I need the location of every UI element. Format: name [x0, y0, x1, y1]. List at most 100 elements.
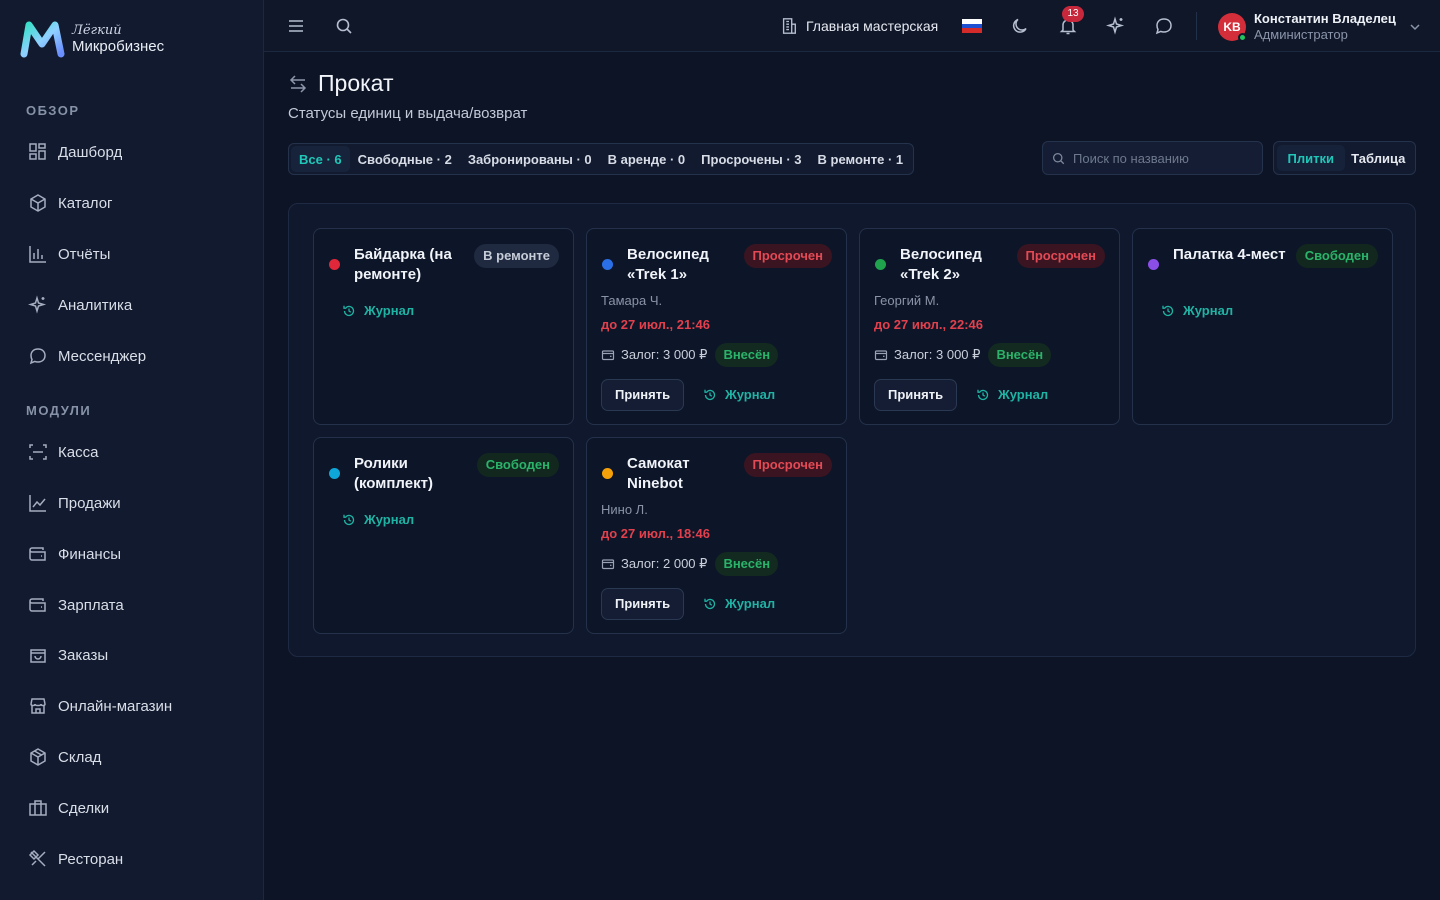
chevron-down-icon — [1410, 24, 1420, 30]
language-flag-ru[interactable] — [962, 19, 982, 33]
due-date: до 27 июл., 18:46 — [601, 526, 710, 541]
card-title: Байдарка (на ремонте) — [354, 246, 452, 283]
filter-free[interactable]: Свободные · 2 — [350, 146, 460, 172]
deposit-amount: Залог: 3 000 ₽ — [621, 347, 708, 362]
journal-link[interactable]: Журнал — [1161, 303, 1233, 318]
deposit-amount: Залог: 3 000 ₽ — [894, 347, 981, 362]
sidebar-item-label: Склад — [58, 748, 102, 766]
sidebar-item-catalog[interactable]: Каталог — [28, 192, 113, 214]
accept-button[interactable]: Принять — [601, 379, 685, 411]
page-title: Прокат — [288, 70, 394, 97]
journal-link[interactable]: Журнал — [342, 512, 414, 527]
sidebar-item-messenger[interactable]: Мессенджер — [28, 345, 146, 367]
sidebar-item-label: Сделки — [58, 799, 110, 817]
workshop-selector[interactable]: Главная мастерская — [780, 17, 938, 35]
sidebar-item-label: Касса — [58, 443, 99, 461]
sidebar-item-salary[interactable]: Зарплата — [28, 594, 124, 616]
accept-button[interactable]: Принять — [874, 379, 958, 411]
swap-arrows-icon — [289, 74, 307, 93]
sidebar-item-orders[interactable]: Заказы — [28, 644, 108, 666]
status-badge: Просрочен — [743, 453, 832, 477]
sidebar-item-reports[interactable]: Отчёты — [28, 243, 110, 265]
dashboard-icon — [29, 143, 46, 160]
sidebar-item-analytics[interactable]: Аналитика — [28, 294, 132, 316]
filter-overdue[interactable]: Просрочены · 3 — [693, 146, 809, 172]
search-input[interactable] — [1073, 150, 1243, 166]
card-title: Палатка 4-мест — [1173, 246, 1286, 263]
sidebar-item-dashboard[interactable]: Дашборд — [28, 141, 122, 163]
wallet-icon — [874, 350, 888, 361]
deposit-status-badge: Внесён — [715, 552, 779, 576]
wallet-icon — [601, 350, 615, 361]
filter-repair[interactable]: В ремонте · 1 — [810, 146, 912, 172]
view-tiles-button[interactable]: Плитки — [1277, 145, 1345, 171]
logo-m-icon — [20, 21, 65, 58]
sidebar-item-restaurant[interactable]: Ресторан — [28, 848, 123, 870]
status-badge: В ремонте — [474, 244, 559, 268]
filter-booked[interactable]: Забронированы · 0 — [460, 146, 600, 172]
sidebar-item-online-store[interactable]: Онлайн-магазин — [28, 695, 172, 717]
status-dot — [1148, 259, 1159, 270]
sidebar-item-label: Ресторан — [58, 850, 124, 868]
sidebar-item-label: Заказы — [58, 646, 109, 664]
rental-card: Палатка 4-мест Свободен Журнал — [1132, 228, 1393, 425]
search-icon — [1052, 152, 1065, 164]
view-table-button[interactable]: Таблица — [1345, 145, 1413, 171]
sidebar-item-label: Каталог — [58, 194, 113, 212]
chat-icon[interactable] — [1154, 16, 1174, 36]
briefcase-icon — [29, 800, 47, 816]
filter-all[interactable]: Все · 6 — [291, 146, 350, 172]
sidebar-item-finance[interactable]: Финансы — [28, 543, 121, 565]
sparkles-icon[interactable] — [1106, 16, 1126, 36]
deposit-row: Залог: 3 000 ₽ Внесён — [601, 343, 779, 367]
sidebar-item-deals[interactable]: Сделки — [28, 797, 109, 819]
journal-label: Журнал — [998, 387, 1049, 402]
user-name: Константин Владелец — [1254, 11, 1396, 26]
deposit-status-badge: Внесён — [988, 343, 1052, 367]
nav-section-overview: ОБЗОР — [26, 103, 80, 118]
wallet-icon — [29, 598, 46, 612]
sidebar-item-label: Финансы — [58, 545, 121, 563]
search-icon[interactable] — [334, 16, 354, 36]
history-icon — [1162, 305, 1174, 316]
renter-name: Нино Л. — [601, 502, 648, 517]
utensils-icon — [28, 849, 46, 867]
status-filter-tabs: Все · 6 Свободные · 2 Забронированы · 0 … — [288, 143, 915, 175]
sidebar-item-label: Зарплата — [58, 596, 124, 614]
accept-button[interactable]: Принять — [601, 588, 685, 620]
journal-link[interactable]: Журнал — [976, 387, 1048, 402]
status-badge: Просрочен — [1016, 244, 1105, 268]
trend-icon — [29, 495, 46, 512]
sidebar-item-sales[interactable]: Продажи — [28, 492, 121, 514]
scan-icon — [29, 444, 47, 460]
due-date: до 27 июл., 22:46 — [874, 317, 983, 332]
page-subtitle: Статусы единиц и выдача/возврат — [288, 105, 528, 122]
card-title: Ролики (комплект) — [354, 455, 433, 492]
journal-label: Журнал — [1183, 303, 1234, 318]
journal-link[interactable]: Журнал — [703, 596, 775, 611]
journal-link[interactable]: Журнал — [342, 303, 414, 318]
card-title: Самокат Ninebot — [627, 455, 690, 492]
journal-link[interactable]: Журнал — [703, 387, 775, 402]
deposit-amount: Залог: 2 000 ₽ — [621, 556, 708, 571]
rental-card: Ролики (комплект) Свободен Журнал — [313, 437, 574, 634]
deposit-status-badge: Внесён — [715, 343, 779, 367]
status-dot — [875, 259, 886, 270]
journal-label: Журнал — [725, 596, 776, 611]
sidebar-item-label: Онлайн-магазин — [58, 697, 173, 715]
filter-rented[interactable]: В аренде · 0 — [600, 146, 694, 172]
menu-icon[interactable] — [286, 16, 306, 36]
status-dot — [329, 259, 340, 270]
sidebar: Лёгкий Микробизнес ОБЗОР Дашборд Каталог… — [0, 0, 264, 900]
logo[interactable]: Лёгкий Микробизнес — [20, 20, 164, 58]
logo-top-text: Лёгкий — [72, 23, 122, 38]
history-icon — [977, 389, 989, 400]
sidebar-item-cashbox[interactable]: Касса — [28, 441, 98, 463]
page-title-text: Прокат — [318, 70, 394, 96]
building-icon — [782, 18, 796, 34]
sidebar-item-warehouse[interactable]: Склад — [28, 746, 101, 768]
bag-icon — [30, 649, 46, 663]
moon-icon[interactable] — [1010, 16, 1030, 36]
wallet-icon — [601, 559, 615, 570]
user-menu[interactable]: KB Константин Владелец Администратор — [1218, 11, 1422, 42]
